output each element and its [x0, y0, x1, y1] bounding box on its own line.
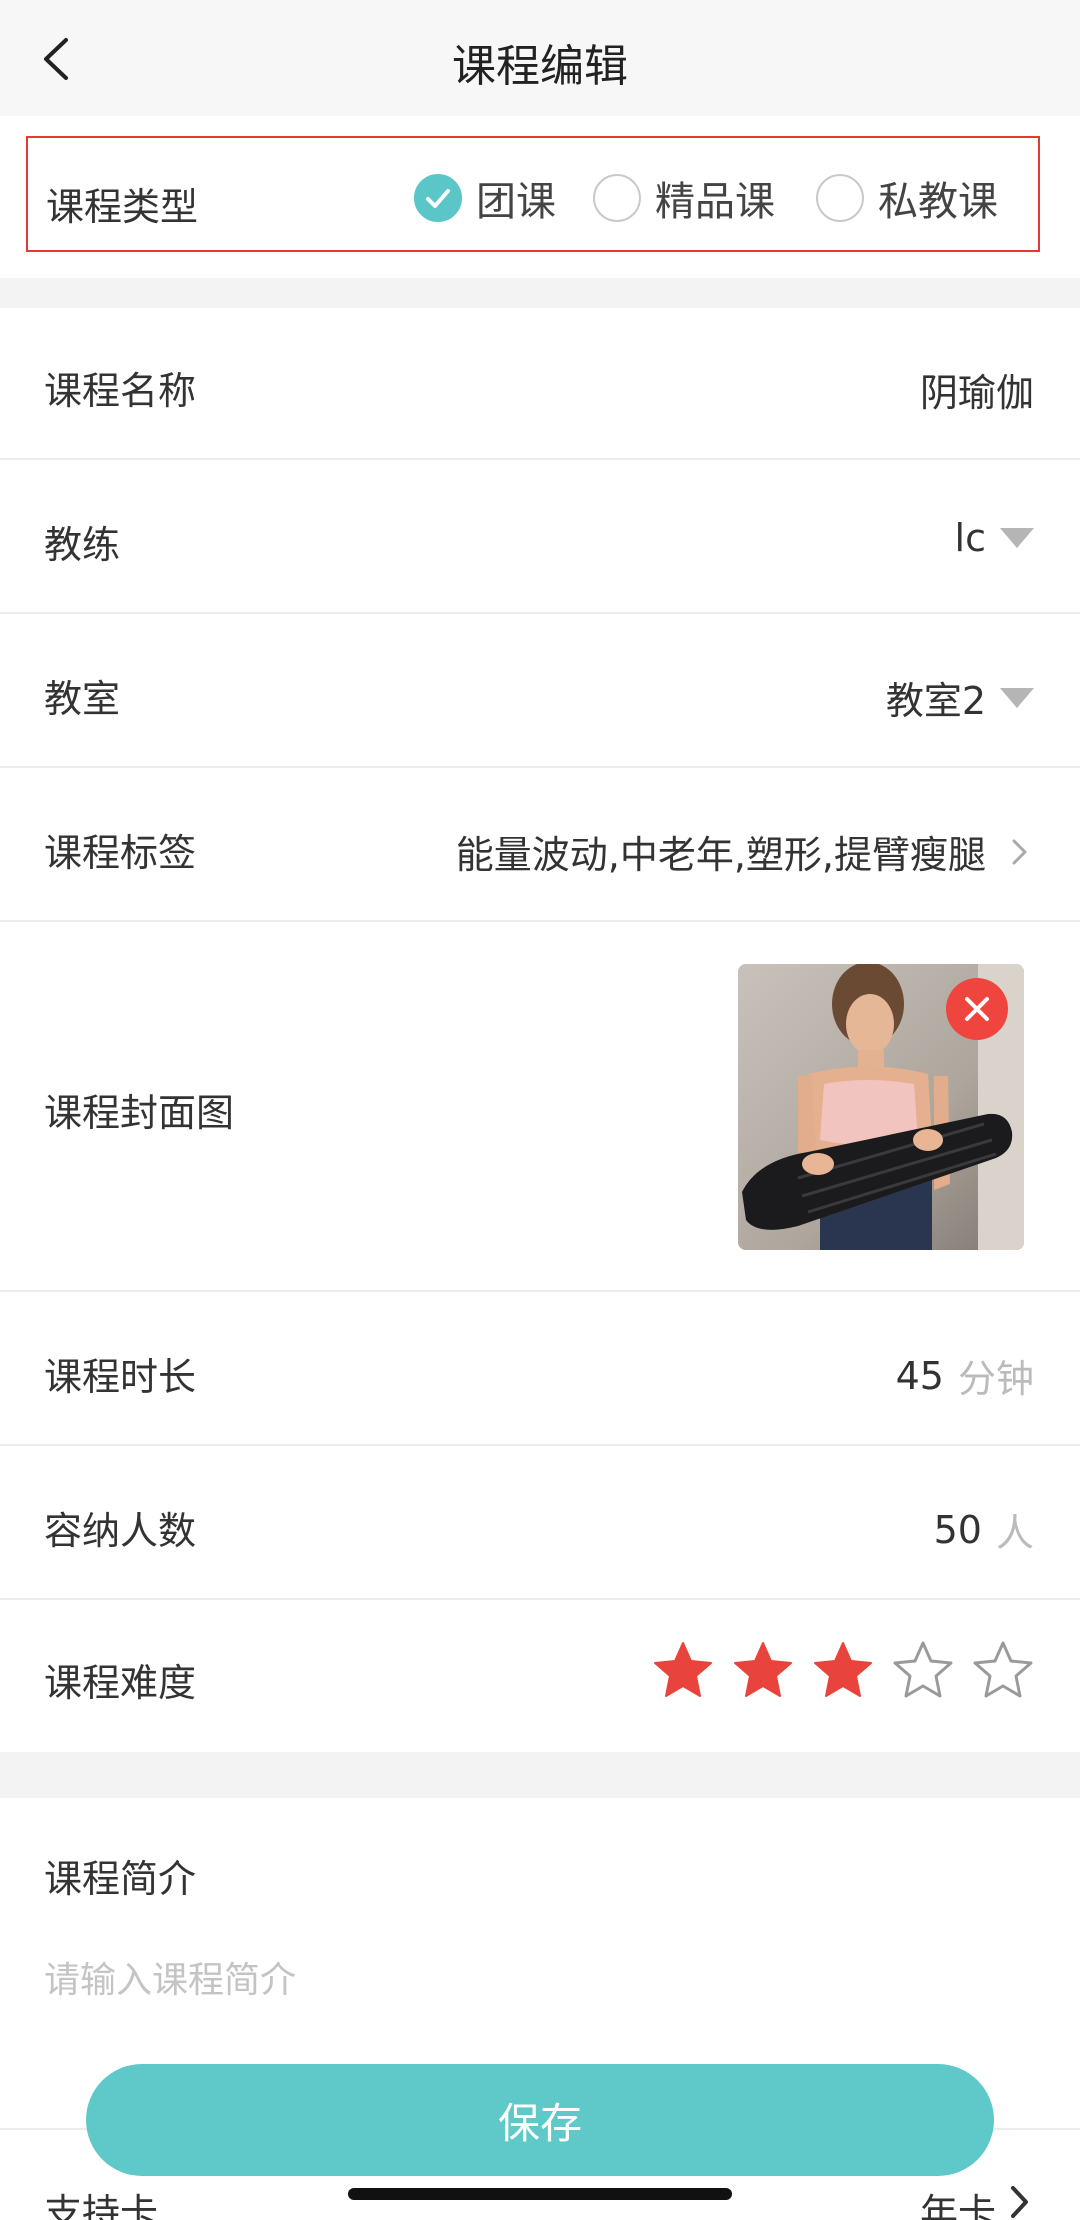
difficulty-rating[interactable]: [634, 1640, 1034, 1702]
nav-bar: 课程编辑: [0, 0, 1080, 116]
course-name-row[interactable]: 课程名称 阴瑜伽: [0, 308, 1080, 460]
coach-select[interactable]: lc: [955, 516, 1034, 560]
radio-label: 团课: [476, 179, 556, 225]
dropdown-arrow-icon: [1000, 528, 1034, 548]
intro-input[interactable]: [44, 1950, 1034, 2010]
duration-row[interactable]: 课程时长 45 分钟: [0, 1292, 1080, 1446]
room-row[interactable]: 教室 教室2: [0, 614, 1080, 768]
delete-image-button[interactable]: [946, 978, 1008, 1040]
radio-label: 精品课: [655, 179, 775, 225]
course-type-row: 课程类型 团课 精品课 私教课: [26, 136, 1040, 252]
radio-premium-class[interactable]: 精品课: [593, 174, 775, 225]
intro-label: 课程简介: [44, 1857, 197, 1901]
support-card-value: 年卡: [919, 2191, 996, 2220]
radio-unchecked-icon[interactable]: [816, 174, 864, 222]
close-icon: [965, 997, 989, 1021]
capacity-value: 50: [933, 1507, 982, 1552]
radio-private-class[interactable]: 私教课: [816, 174, 998, 225]
capacity-unit: 人: [995, 1511, 1034, 1555]
room-select[interactable]: 教室2: [886, 670, 1034, 725]
coach-row[interactable]: 教练 lc: [0, 460, 1080, 614]
radio-checked-icon[interactable]: [414, 174, 462, 222]
capacity-row[interactable]: 容纳人数 50 人: [0, 1446, 1080, 1600]
star-filled-icon[interactable]: [732, 1640, 794, 1702]
section-divider: [0, 1752, 1080, 1798]
star-filled-icon[interactable]: [652, 1640, 714, 1702]
save-button[interactable]: 保存: [86, 2064, 994, 2176]
coach-value: lc: [954, 516, 986, 560]
radio-group-class[interactable]: 团课: [414, 174, 556, 225]
chevron-right-icon: [1012, 839, 1027, 864]
capacity-label: 容纳人数: [44, 1509, 197, 1553]
dropdown-arrow-icon: [1000, 687, 1034, 708]
duration-value: 45: [895, 1353, 944, 1398]
section-divider: [0, 278, 1080, 308]
radio-label: 私教课: [878, 179, 998, 225]
radio-unchecked-icon[interactable]: [593, 174, 641, 222]
duration-unit: 分钟: [957, 1357, 1034, 1401]
support-card-label: 支持卡: [44, 2191, 159, 2220]
course-name-value[interactable]: 阴瑜伽: [920, 362, 1034, 417]
room-value: 教室2: [885, 679, 986, 723]
page-title: 课程编辑: [452, 41, 628, 92]
course-tags-value: 能量波动,中老年,塑形,提臂瘦腿: [455, 833, 986, 877]
chevron-right-icon: [1011, 2186, 1028, 2218]
course-tags-label: 课程标签: [44, 831, 197, 875]
course-type-label: 课程类型: [46, 185, 199, 229]
duration-label: 课程时长: [44, 1355, 197, 1399]
course-tags-row[interactable]: 课程标签 能量波动,中老年,塑形,提臂瘦腿: [0, 768, 1080, 922]
star-empty-icon[interactable]: [972, 1640, 1034, 1702]
room-label: 教室: [44, 677, 121, 721]
coach-label: 教练: [44, 523, 121, 567]
capacity-value-group[interactable]: 50 人: [934, 1502, 1034, 1557]
star-empty-icon[interactable]: [892, 1640, 954, 1702]
difficulty-label: 课程难度: [44, 1661, 197, 1705]
course-name-label: 课程名称: [44, 369, 197, 413]
star-filled-icon[interactable]: [812, 1640, 874, 1702]
course-tags-value-group[interactable]: 能量波动,中老年,塑形,提臂瘦腿: [456, 824, 1034, 879]
home-indicator: [348, 2188, 732, 2200]
cover-image-label: 课程封面图: [44, 1091, 235, 1135]
duration-value-group[interactable]: 45 分钟: [896, 1348, 1034, 1403]
